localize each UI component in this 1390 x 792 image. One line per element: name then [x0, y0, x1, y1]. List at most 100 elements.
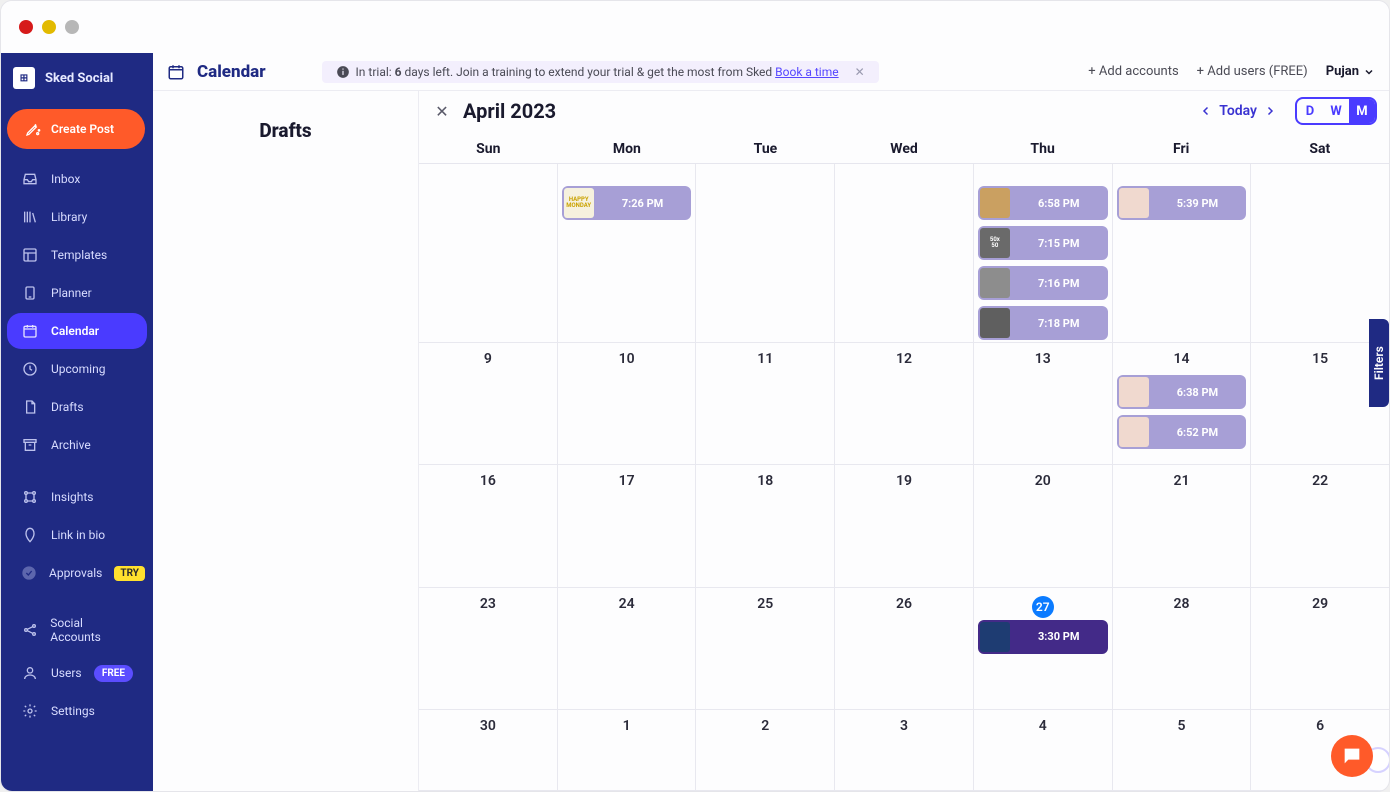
inbox-icon [21, 170, 39, 188]
calendar-day[interactable]: 14 6:38 PM 6:52 PM [1113, 343, 1252, 464]
event-thumbnail [1119, 377, 1149, 407]
sidebar-item-label: Settings [51, 704, 95, 718]
dow-label: Wed [835, 135, 974, 163]
calendar-event[interactable]: 7:16 PM [978, 266, 1108, 300]
calendar-day[interactable]: 6:58 PM 50x507:15 PM 7:16 PM 7:18 PM [974, 164, 1113, 342]
calendar-event[interactable]: HAPPYMONDAY7:26 PM [562, 186, 692, 220]
calendar-week: HAPPYMONDAY7:26 PM6:58 PM50x507:15 PM7:1… [419, 164, 1389, 343]
day-number: 3 [900, 718, 908, 734]
insights-icon [21, 488, 39, 506]
calendar-day[interactable]: 18 [696, 465, 835, 586]
calendar-event[interactable]: 50x507:15 PM [978, 226, 1108, 260]
sidebar-item-library[interactable]: Library [7, 199, 147, 235]
calendar-event[interactable]: 6:58 PM [978, 186, 1108, 220]
add-users-link[interactable]: + Add users (FREE) [1197, 64, 1308, 79]
calendar-day[interactable]: 273:30 PM [974, 588, 1113, 709]
sidebar-item-users[interactable]: UsersFREE [7, 655, 147, 691]
close-drafts-icon[interactable]: ✕ [431, 100, 453, 122]
upcoming-icon [21, 360, 39, 378]
calendar-day[interactable]: 5:39 PM [1113, 164, 1252, 342]
today-button[interactable]: Today [1219, 103, 1257, 119]
calendar-day[interactable]: 17 [558, 465, 697, 586]
calendar-event[interactable]: 3:30 PM [978, 620, 1108, 654]
calendar-event[interactable]: 5:39 PM [1117, 186, 1247, 220]
calendar-day[interactable]: 13 [974, 343, 1113, 464]
calendar-day[interactable]: 11 [696, 343, 835, 464]
calendar-day[interactable]: 22 [1251, 465, 1389, 586]
prev-period-button[interactable] [1197, 102, 1215, 120]
sidebar-item-approvals[interactable]: ApprovalsTRY [7, 555, 147, 591]
sidebar-item-link-in-bio[interactable]: Link in bio [7, 517, 147, 553]
sidebar-item-label: Approvals [49, 566, 102, 580]
calendar-day[interactable]: HAPPYMONDAY7:26 PM [558, 164, 697, 342]
day-number: 27 [1032, 596, 1054, 618]
calendar-day[interactable]: 20 [974, 465, 1113, 586]
calendar-day[interactable]: 21 [1113, 465, 1252, 586]
calendar-day[interactable]: 24 [558, 588, 697, 709]
calendar-day[interactable]: 29 [1251, 588, 1389, 709]
close-icon[interactable]: ✕ [855, 65, 865, 79]
calendar-day[interactable]: 5 [1113, 710, 1252, 790]
filters-tab[interactable]: Filters [1369, 319, 1389, 407]
dow-label: Sat [1250, 135, 1389, 163]
window-minimize-dot[interactable] [42, 20, 56, 34]
view-week-button[interactable]: W [1323, 99, 1349, 123]
event-time: 7:15 PM [1016, 237, 1102, 250]
add-accounts-link[interactable]: + Add accounts [1088, 64, 1178, 79]
window-zoom-dot[interactable] [65, 20, 79, 34]
book-time-link[interactable]: Book a time [775, 65, 838, 79]
chat-button[interactable] [1331, 735, 1373, 777]
sidebar-item-drafts[interactable]: Drafts [7, 389, 147, 425]
sidebar-item-social-accounts[interactable]: Social Accounts [7, 607, 147, 653]
day-number: 19 [896, 473, 912, 489]
dow-label: Mon [558, 135, 697, 163]
current-user-menu[interactable]: Pujan [1326, 64, 1375, 79]
calendar-day[interactable]: 30 [419, 710, 558, 790]
calendar-day[interactable] [1251, 164, 1389, 342]
sidebar-item-planner[interactable]: Planner [7, 275, 147, 311]
day-number: 14 [1173, 351, 1189, 367]
calendar-event[interactable]: 6:52 PM [1117, 415, 1247, 449]
calendar-day[interactable]: 9 [419, 343, 558, 464]
calendar-day[interactable]: 3 [835, 710, 974, 790]
calendar-day[interactable] [696, 164, 835, 342]
sidebar-item-settings[interactable]: Settings [7, 693, 147, 729]
day-number: 10 [619, 351, 635, 367]
sidebar-item-insights[interactable]: Insights [7, 479, 147, 515]
view-month-button[interactable]: M [1349, 99, 1375, 123]
calendar-event[interactable]: 6:38 PM [1117, 375, 1247, 409]
calendar-day[interactable]: 2 [696, 710, 835, 790]
dow-label: Sun [419, 135, 558, 163]
day-number: 4 [1039, 718, 1047, 734]
next-period-button[interactable] [1261, 102, 1279, 120]
create-post-button[interactable]: Create Post [7, 109, 145, 149]
sidebar-item-label: Drafts [51, 400, 84, 414]
calendar-day[interactable]: 1 [558, 710, 697, 790]
drafts-title: Drafts [153, 119, 418, 142]
calendar-day[interactable]: 23 [419, 588, 558, 709]
view-day-button[interactable]: D [1297, 99, 1323, 123]
sidebar-item-calendar[interactable]: Calendar [7, 313, 147, 349]
sidebar-item-inbox[interactable]: Inbox [7, 161, 147, 197]
calendar-day[interactable] [419, 164, 558, 342]
sidebar-item-upcoming[interactable]: Upcoming [7, 351, 147, 387]
free-badge: FREE [94, 665, 133, 682]
window-close-dot[interactable] [19, 20, 33, 34]
sidebar-item-archive[interactable]: Archive [7, 427, 147, 463]
day-number: 22 [1312, 473, 1328, 489]
dow-label: Tue [696, 135, 835, 163]
calendar-day[interactable]: 12 [835, 343, 974, 464]
calendar-icon [167, 63, 185, 81]
calendar-day[interactable]: 19 [835, 465, 974, 586]
calendar-day[interactable] [835, 164, 974, 342]
calendar-day[interactable]: 28 [1113, 588, 1252, 709]
sidebar-item-templates[interactable]: Templates [7, 237, 147, 273]
calendar-toolbar: ✕ April 2023 Today D W M [419, 91, 1389, 129]
calendar-day[interactable]: 26 [835, 588, 974, 709]
calendar-day[interactable]: 4 [974, 710, 1113, 790]
calendar-day[interactable]: 25 [696, 588, 835, 709]
calendar-day[interactable]: 10 [558, 343, 697, 464]
calendar-event[interactable]: 7:18 PM [978, 306, 1108, 340]
calendar-day[interactable]: 16 [419, 465, 558, 586]
event-time: 6:38 PM [1155, 386, 1241, 399]
